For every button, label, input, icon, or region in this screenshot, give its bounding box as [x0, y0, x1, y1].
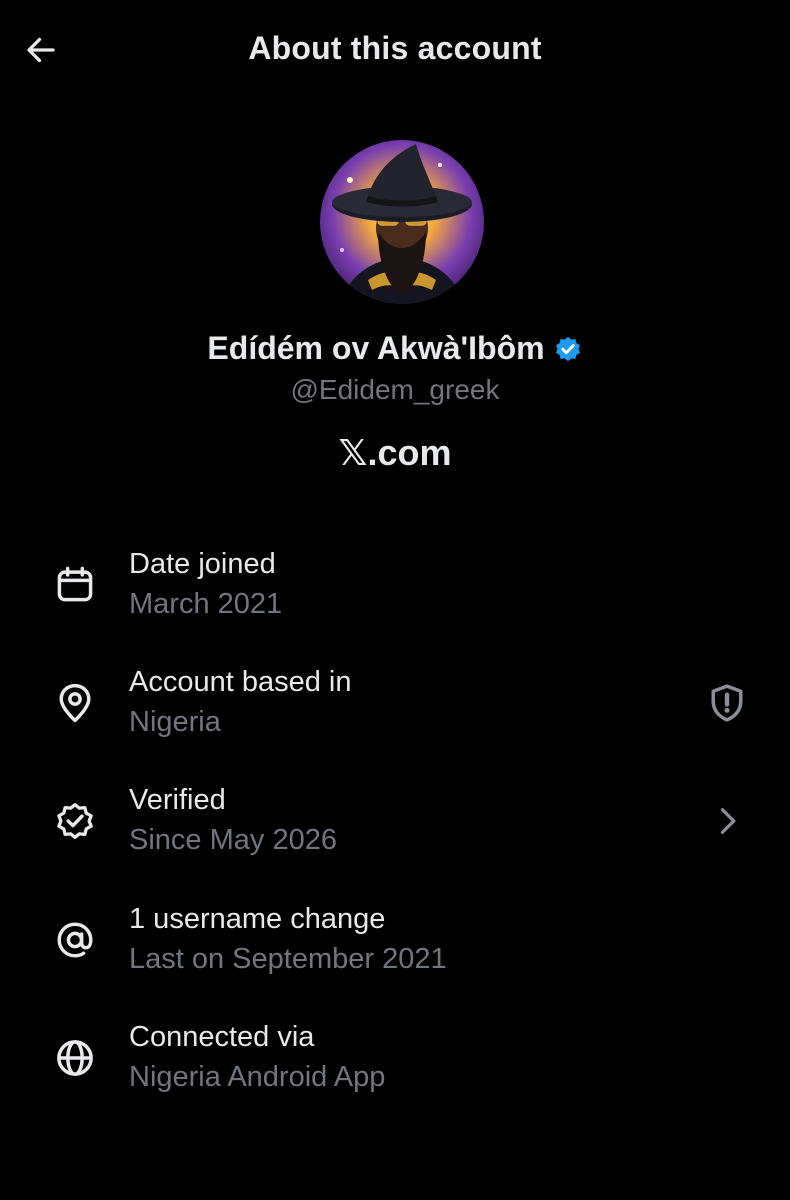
row-username-change: 1 username change Last on September 2021	[0, 895, 790, 985]
row-date-joined: Date joined March 2021	[0, 540, 790, 630]
row-subtitle: Last on September 2021	[129, 943, 447, 975]
globe-icon	[50, 1033, 100, 1083]
shield-alert-icon[interactable]	[702, 678, 752, 728]
display-name: Edídém ov Akwà'Ibôm	[207, 330, 545, 366]
row-subtitle: Nigeria	[129, 706, 221, 738]
at-sign-icon	[50, 915, 100, 965]
chevron-right-icon[interactable]	[702, 796, 752, 846]
display-name-row: Edídém ov Akwà'Ibôm	[0, 330, 790, 367]
row-title: Date joined	[129, 548, 276, 580]
verified-badge-outline-icon	[50, 796, 100, 846]
top-bar: About this account	[0, 0, 790, 100]
row-subtitle: March 2021	[129, 588, 283, 620]
page-title: About this account	[248, 30, 542, 66]
verified-badge-icon	[553, 334, 583, 364]
calendar-icon	[50, 560, 100, 610]
site-label: 𝕏 .com	[0, 432, 790, 474]
handle: @Edidem_greek	[290, 374, 500, 405]
row-subtitle: Since May 2026	[129, 824, 337, 856]
x-logo-icon: 𝕏	[338, 432, 368, 474]
avatar[interactable]	[320, 140, 484, 304]
site-suffix: .com	[367, 432, 452, 473]
row-subtitle: Nigeria Android App	[129, 1061, 386, 1093]
row-title: 1 username change	[129, 903, 386, 935]
row-title: Account based in	[129, 666, 352, 698]
row-title: Connected via	[129, 1021, 315, 1053]
location-pin-icon	[50, 678, 100, 728]
about-account-screen: About this account Edídém ov Akwà'Ibôm @…	[0, 0, 790, 1200]
row-verified[interactable]: Verified Since May 2026	[0, 776, 790, 866]
row-title: Verified	[129, 784, 226, 816]
row-connected-via: Connected via Nigeria Android App	[0, 1013, 790, 1103]
row-account-based-in: Account based in Nigeria	[0, 658, 790, 748]
